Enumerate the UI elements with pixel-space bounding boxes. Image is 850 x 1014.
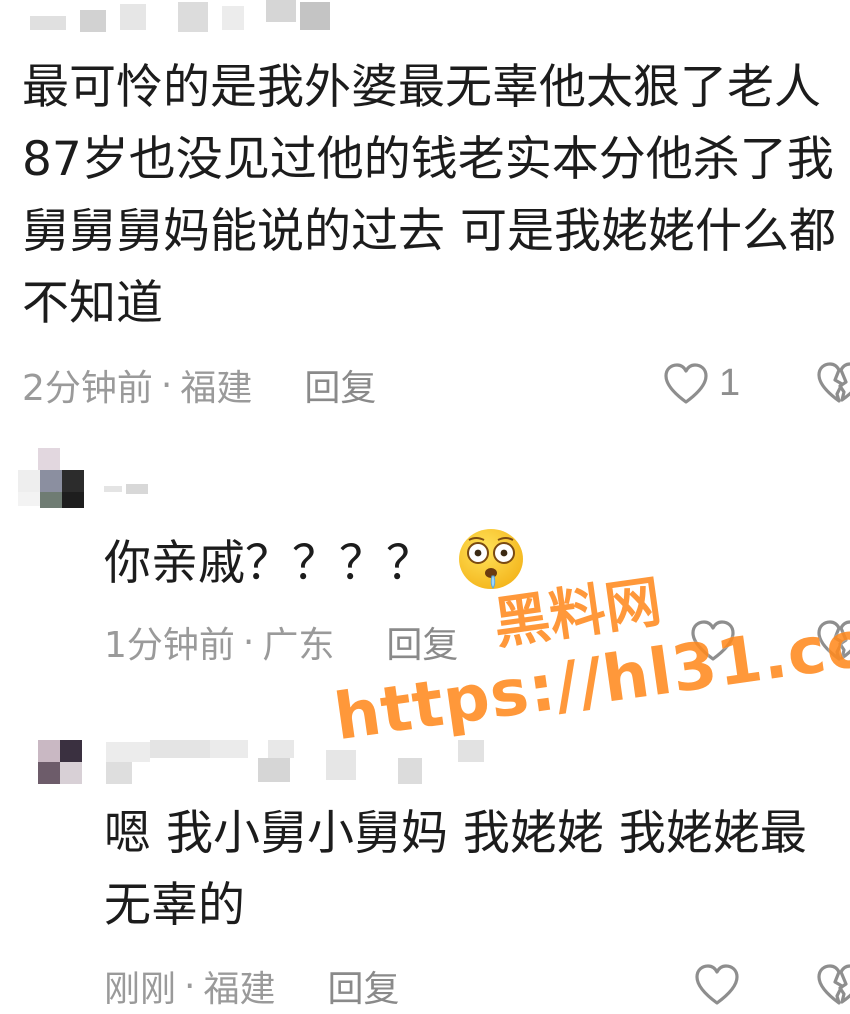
- meta-separator: ·: [160, 364, 173, 406]
- comment-meta: 2分钟前 · 福建 回复: [22, 357, 376, 413]
- comment-text: 嗯 我小舅小舅妈 我姥姥 我姥姥最无辜的: [104, 806, 807, 933]
- comment-location: 福建: [203, 969, 276, 1010]
- broken-heart-icon[interactable]: [816, 620, 850, 662]
- comment-meta: 1分钟前 · 广东 回复: [104, 614, 458, 670]
- flushed-drooling-face-icon: [459, 529, 523, 589]
- blurred-username[interactable]: [104, 482, 164, 496]
- meta-separator: ·: [184, 965, 196, 1007]
- heart-icon[interactable]: [690, 620, 736, 662]
- like-count: 1: [719, 362, 741, 404]
- avatar[interactable]: [18, 448, 88, 510]
- reply-button[interactable]: 回复: [304, 359, 376, 411]
- meta-separator: ·: [242, 621, 255, 663]
- comment-time: 1分钟前: [104, 625, 235, 666]
- comment-meta: 刚刚 · 福建 回复: [104, 958, 400, 1014]
- comment-text: 最可怜的是我外婆最无辜他太狠了老人87岁也没见过他的钱老实本分他杀了我舅舅舅妈能…: [22, 60, 836, 331]
- like-button[interactable]: 1: [663, 362, 740, 405]
- comment-location: 广东: [262, 625, 335, 666]
- broken-heart-icon[interactable]: [816, 964, 850, 1006]
- reply-button[interactable]: 回复: [327, 960, 399, 1012]
- heart-icon: [664, 362, 708, 404]
- reply-button[interactable]: 回复: [386, 616, 458, 668]
- comment-text: 你亲戚？？？？: [104, 536, 433, 591]
- heart-icon[interactable]: [694, 964, 740, 1006]
- comment-location: 福建: [180, 368, 253, 409]
- broken-heart-icon[interactable]: [816, 362, 850, 404]
- comment-time: 刚刚: [104, 969, 177, 1010]
- blurred-username[interactable]: [30, 0, 340, 32]
- comment-time: 2分钟前: [22, 368, 153, 409]
- blurred-username[interactable]: [106, 740, 516, 786]
- avatar[interactable]: [38, 740, 84, 786]
